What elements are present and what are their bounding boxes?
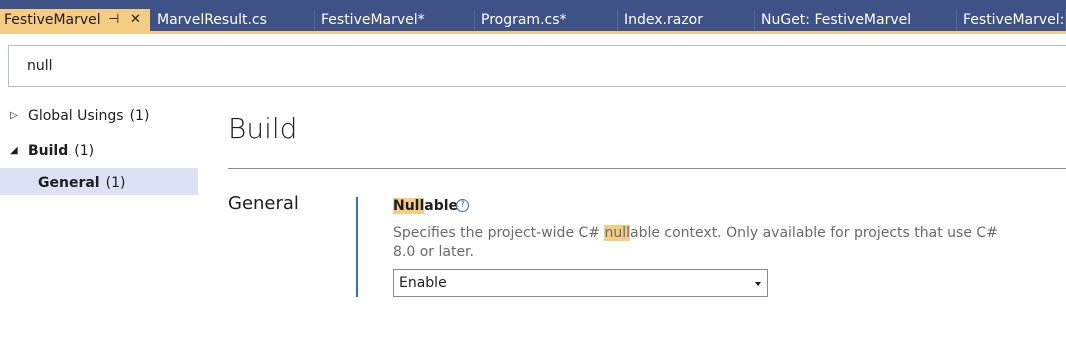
dropdown-value: Enable: [399, 275, 447, 291]
tree-item-count: (1): [129, 108, 150, 124]
tree-item-global-usings[interactable]: Global Usings (1): [28, 106, 149, 126]
tab-label: NuGet: FestiveMarvel: [761, 12, 912, 28]
tree-item-general[interactable]: General (1): [38, 173, 125, 193]
section-title: General: [228, 193, 299, 214]
tree-item-build[interactable]: Build (1): [28, 141, 94, 161]
pin-icon[interactable]: ⊣: [108, 9, 119, 31]
search-input-value: null: [27, 58, 53, 74]
triangle-right-icon[interactable]: ▷: [10, 110, 18, 121]
page-title: Build: [228, 112, 298, 145]
document-tab-bar: FestiveMarvel ⊣ ✕ MarvelResult.cs Festiv…: [0, 0, 1066, 34]
tab-label: FestiveMarvel*: [321, 12, 425, 28]
nullable-dropdown[interactable]: Enable: [393, 269, 768, 297]
tab-label: Program.cs*: [481, 12, 567, 28]
search-match-highlight: Null: [393, 198, 425, 214]
close-icon[interactable]: ✕: [130, 9, 141, 31]
chevron-down-icon: [755, 282, 761, 286]
tab-festivemarvel-props[interactable]: FestiveMarvel: C: [957, 9, 1066, 31]
tab-nuget[interactable]: NuGet: FestiveMarvel: [755, 9, 957, 31]
tab-marvelresult[interactable]: MarvelResult.cs: [151, 9, 315, 31]
tab-label: MarvelResult.cs: [157, 12, 267, 28]
tab-label: FestiveMarvel: [4, 12, 101, 28]
tree-item-label: Build: [28, 143, 69, 159]
tab-program[interactable]: Program.cs*: [475, 9, 618, 31]
tab-index-razor[interactable]: Index.razor: [618, 9, 755, 31]
setting-name: Nullable: [393, 198, 458, 214]
tab-label: FestiveMarvel: C: [963, 12, 1066, 28]
divider: [228, 168, 1066, 169]
triangle-down-icon[interactable]: ◢: [10, 145, 18, 156]
question-circle-icon[interactable]: ?: [456, 199, 469, 212]
section-accent-bar: [356, 197, 358, 297]
tree-item-count: (1): [105, 175, 126, 191]
tree-item-count: (1): [74, 143, 95, 159]
search-match-highlight: null: [604, 225, 630, 241]
tab-festivemarvel-modified[interactable]: FestiveMarvel*: [315, 9, 475, 31]
search-input[interactable]: null: [8, 45, 1066, 87]
active-tab-indicator: [0, 31, 1066, 34]
desc-part: Specifies the project-wide C#: [393, 225, 605, 241]
tree-item-label: General: [38, 175, 100, 191]
tree-item-label: Global Usings: [28, 108, 124, 124]
tab-festivemarvel-active[interactable]: FestiveMarvel ⊣ ✕: [0, 9, 150, 31]
setting-description: Specifies the project-wide C# nullable c…: [393, 224, 1023, 262]
setting-name-rest: able: [424, 198, 459, 214]
tab-label: Index.razor: [624, 12, 703, 28]
